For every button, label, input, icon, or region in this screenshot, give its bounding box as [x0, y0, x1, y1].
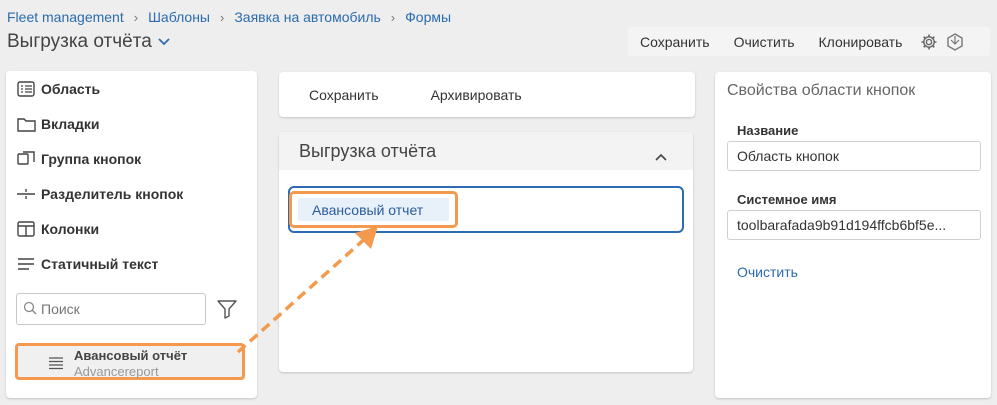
palette-item-label: Группа кнопок	[41, 151, 142, 167]
system-name-field[interactable]: toolbarafada9b91d194ffcb6bf5e...	[727, 210, 981, 240]
palette-item-button-group[interactable]: Группа кнопок	[16, 150, 141, 168]
columns-icon	[16, 220, 36, 238]
top-toolbar: Сохранить Очистить Клонировать	[628, 27, 990, 56]
form-toolbar-preview: Сохранить Архивировать	[279, 72, 695, 117]
properties-panel: Свойства области кнопок Название Область…	[715, 72, 991, 398]
section-header[interactable]: Выгрузка отчёта	[279, 132, 693, 170]
dragged-item-system-name: Advancereport	[74, 364, 159, 379]
breadcrumb: Fleet management › Шаблоны › Заявка на а…	[7, 9, 451, 25]
palette-item-columns[interactable]: Колонки	[16, 220, 99, 238]
dragged-element-item[interactable]: Авансовый отчёт Advancereport	[15, 343, 245, 380]
search-icon	[23, 301, 37, 318]
element-palette: Область Вкладки Группа кнопок Разделител…	[6, 71, 257, 398]
folder-icon	[16, 115, 36, 133]
clear-button[interactable]: Очистить	[722, 34, 807, 50]
button-group-icon	[16, 150, 36, 168]
clone-button[interactable]: Клонировать	[807, 34, 915, 50]
palette-item-label: Статичный текст	[41, 256, 159, 272]
dropped-button-label: Авансовый отчет	[298, 198, 449, 221]
page-title-dropdown[interactable]: Выгрузка отчёта	[7, 31, 171, 53]
chevron-right-icon: ›	[390, 9, 396, 25]
name-field[interactable]: Область кнопок	[727, 141, 981, 171]
chevron-down-icon	[157, 34, 171, 50]
hexagon-icon[interactable]	[944, 31, 966, 53]
palette-item-label: Разделитель кнопок	[41, 186, 184, 202]
palette-item-static-text[interactable]: Статичный текст	[16, 255, 158, 273]
chevron-right-icon: ›	[133, 9, 139, 25]
divider-icon	[16, 185, 36, 203]
breadcrumb-forms[interactable]: Формы	[405, 9, 451, 25]
chevron-right-icon: ›	[220, 9, 225, 25]
list-box-icon	[16, 80, 36, 98]
system-name-label: Системное имя	[737, 192, 837, 207]
dropped-button-chip[interactable]: Авансовый отчет	[289, 191, 458, 228]
breadcrumb-fleet[interactable]: Fleet management	[7, 9, 124, 25]
palette-item-label: Колонки	[41, 221, 100, 237]
palette-item-area[interactable]: Область	[16, 80, 100, 98]
properties-header: Свойства области кнопок	[727, 82, 916, 99]
text-lines-icon	[16, 255, 36, 273]
chevron-up-icon[interactable]	[655, 145, 667, 166]
palette-item-label: Вкладки	[41, 116, 100, 132]
search-box	[16, 293, 206, 325]
dragged-item-title: Авансовый отчёт	[74, 348, 188, 363]
drag-handle-icon[interactable]	[48, 356, 64, 375]
palette-item-tabs[interactable]: Вкладки	[16, 115, 99, 133]
breadcrumb-car-request[interactable]: Заявка на автомобиль	[234, 9, 380, 25]
name-label: Название	[737, 123, 799, 138]
clear-link[interactable]: Очистить	[737, 264, 798, 280]
palette-item-label: Область	[41, 81, 101, 97]
preview-archive-button[interactable]: Архивировать	[419, 87, 522, 103]
palette-item-button-divider[interactable]: Разделитель кнопок	[16, 185, 183, 203]
filter-icon[interactable]	[216, 298, 238, 320]
section-title: Выгрузка отчёта	[299, 140, 437, 161]
search-input[interactable]	[41, 301, 191, 317]
preview-save-button[interactable]: Сохранить	[297, 87, 379, 103]
breadcrumb-templates[interactable]: Шаблоны	[148, 9, 210, 25]
page-title: Выгрузка отчёта	[7, 31, 152, 52]
save-button[interactable]: Сохранить	[628, 34, 722, 50]
gear-icon[interactable]	[918, 31, 940, 53]
form-section: Выгрузка отчёта Авансовый отчет	[279, 132, 693, 372]
